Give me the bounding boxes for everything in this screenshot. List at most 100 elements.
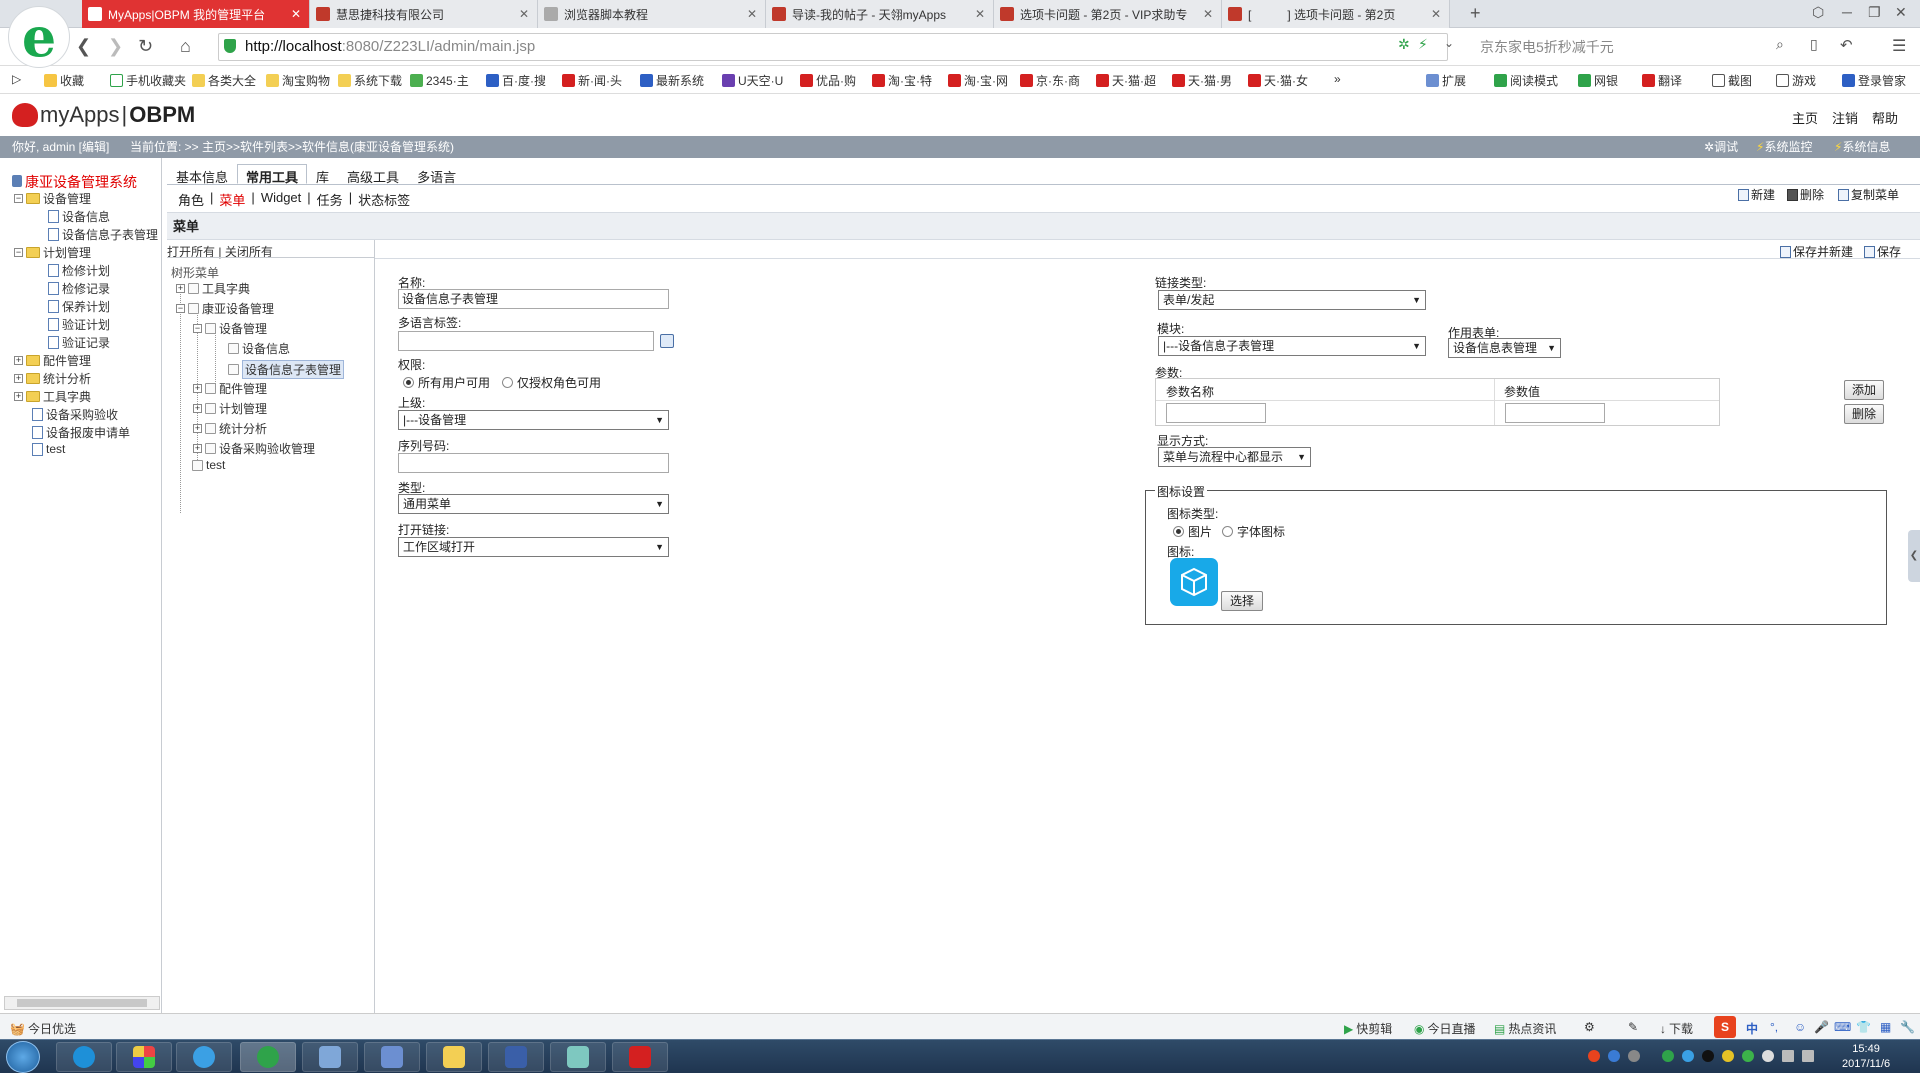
- bookmark-item[interactable]: 百·度·搜: [486, 72, 546, 89]
- menu-node-checkbox[interactable]: [205, 383, 216, 394]
- taskbar-myapps[interactable]: [612, 1042, 668, 1072]
- subtab-tasks[interactable]: 任务: [317, 190, 343, 209]
- browser-tab-vip-help[interactable]: 选项卡问题 - 第2页 - VIP求助专 ✕: [994, 0, 1222, 28]
- expand-icon[interactable]: +: [193, 384, 202, 393]
- reload-icon[interactable]: ↻: [138, 36, 153, 57]
- close-icon[interactable]: ✕: [289, 7, 303, 21]
- games-button[interactable]: 游戏: [1776, 72, 1816, 89]
- sogou-tray-icon[interactable]: [1588, 1050, 1600, 1062]
- refresh-status-icon[interactable]: ✲: [1398, 36, 1410, 53]
- close-icon[interactable]: ✕: [1429, 7, 1443, 21]
- expand-icon[interactable]: +: [193, 404, 202, 413]
- expand-icon[interactable]: +: [14, 374, 23, 383]
- bookmark-item[interactable]: 天·猫·男: [1172, 72, 1232, 89]
- download-button[interactable]: ↓ 下载: [1660, 1020, 1693, 1037]
- order-input[interactable]: [398, 453, 669, 473]
- logout-link[interactable]: 注销: [1832, 108, 1858, 127]
- tree-node-doc[interactable]: 保养计划: [48, 298, 110, 315]
- sidebar-toggle-icon[interactable]: ▷: [12, 72, 21, 86]
- tree-node-doc[interactable]: 设备信息: [48, 208, 110, 225]
- emoji-icon[interactable]: ☺: [1794, 1020, 1806, 1034]
- menu-node-checkbox[interactable]: [188, 283, 199, 294]
- sogou-ime-icon[interactable]: S: [1714, 1016, 1736, 1038]
- home-link[interactable]: 主页: [1792, 108, 1818, 127]
- display-mode-select[interactable]: 菜单与流程中心都显示: [1158, 447, 1311, 467]
- name-input[interactable]: 设备信息子表管理: [398, 289, 669, 309]
- tree-node-doc[interactable]: 设备报废申请单: [32, 424, 130, 441]
- expand-icon[interactable]: +: [193, 444, 202, 453]
- tray-icon[interactable]: [1742, 1050, 1754, 1062]
- subtab-menu[interactable]: 菜单: [219, 190, 245, 209]
- subtab-widget[interactable]: Widget: [261, 190, 301, 209]
- tree-node-doc[interactable]: 检修计划: [48, 262, 110, 279]
- extensions-button[interactable]: 扩展: [1426, 72, 1466, 89]
- new-tab-icon[interactable]: +: [1470, 3, 1481, 24]
- menu-tree-node[interactable]: + 配件管理: [193, 380, 267, 397]
- login-manager-button[interactable]: 登录管家: [1842, 72, 1906, 89]
- skin-shirt-icon[interactable]: 👕: [1856, 1020, 1871, 1034]
- bookmark-item[interactable]: 优品·购: [800, 72, 856, 89]
- browser-tab-script-tutorial[interactable]: 浏览器脚本教程 ✕: [538, 0, 766, 28]
- subtab-status-labels[interactable]: 状态标签: [358, 190, 410, 209]
- volume-tray-icon[interactable]: [1802, 1050, 1814, 1062]
- tab-advanced-tools[interactable]: 高级工具: [338, 164, 408, 185]
- module-select[interactable]: |---设备信息子表管理: [1158, 336, 1426, 356]
- add-param-button[interactable]: 添加: [1844, 380, 1884, 400]
- menu-tree-node[interactable]: + 设备采购验收管理: [193, 440, 315, 457]
- minimize-icon[interactable]: ─: [1842, 4, 1852, 20]
- copy-menu-button[interactable]: 复制菜单: [1838, 186, 1899, 203]
- param-value-input[interactable]: [1505, 403, 1605, 423]
- tab-common-tools[interactable]: 常用工具: [237, 164, 308, 185]
- tree-node-doc[interactable]: 验证计划: [48, 316, 110, 333]
- collapse-icon[interactable]: −: [14, 248, 23, 257]
- taskbar-dolphin[interactable]: [302, 1042, 358, 1072]
- browser-tab-my-posts[interactable]: 导读-我的帖子 - 天翎myApps ✕: [766, 0, 994, 28]
- greeting[interactable]: 你好, admin [编辑]: [12, 136, 109, 158]
- settings-icon[interactable]: ⚙: [1584, 1020, 1595, 1034]
- taskbar-notebook[interactable]: [550, 1042, 606, 1072]
- taskbar-app[interactable]: [116, 1042, 172, 1072]
- edit-i18n-icon[interactable]: [660, 334, 674, 348]
- collapse-icon[interactable]: −: [176, 304, 185, 313]
- tree-node-doc[interactable]: 验证记录: [48, 334, 110, 351]
- expand-icon[interactable]: +: [176, 284, 185, 293]
- close-icon[interactable]: ✕: [1201, 7, 1215, 21]
- debug-link[interactable]: ✲调试: [1704, 136, 1738, 158]
- bookmark-item[interactable]: 新·闻·头: [562, 72, 622, 89]
- menu-node-checkbox[interactable]: [228, 343, 239, 354]
- browser-tab-huisijie[interactable]: 慧思捷科技有限公司 ✕: [310, 0, 538, 28]
- start-button[interactable]: [6, 1041, 40, 1073]
- link-type-select[interactable]: 表单/发起: [1158, 290, 1426, 310]
- delete-param-button[interactable]: 删除: [1844, 404, 1884, 424]
- horizontal-scrollbar[interactable]: [4, 996, 160, 1010]
- lightning-icon[interactable]: ⚡: [1418, 36, 1428, 53]
- screenshot-button[interactable]: 截图: [1712, 72, 1752, 89]
- quick-edit-button[interactable]: ▶ 快剪辑: [1344, 1020, 1392, 1037]
- taskbar-clock[interactable]: 15:49 2017/11/6: [1842, 1042, 1890, 1072]
- menu-node-checkbox[interactable]: [192, 459, 203, 471]
- browser-tab-myapps[interactable]: MyApps|OBPM 我的管理平台 ✕: [82, 0, 310, 28]
- icon-type-font-radio[interactable]: [1222, 526, 1234, 537]
- tray-icon[interactable]: [1722, 1050, 1734, 1062]
- bookmark-item[interactable]: U天空·U: [722, 72, 783, 89]
- help-link[interactable]: 帮助: [1872, 108, 1898, 127]
- taskbar-ie[interactable]: [56, 1042, 112, 1072]
- tray-icon[interactable]: [1682, 1050, 1694, 1062]
- target-form-select[interactable]: 设备信息表管理: [1448, 338, 1561, 358]
- wrench-icon[interactable]: 🔧: [1900, 1020, 1915, 1034]
- search-icon[interactable]: ⌕: [1776, 36, 1784, 53]
- pin-icon[interactable]: ✎: [1628, 1020, 1638, 1034]
- tray-icon[interactable]: [1662, 1050, 1674, 1062]
- collapse-icon[interactable]: −: [193, 324, 202, 333]
- taskbar-screen[interactable]: [364, 1042, 420, 1072]
- taskbar-ie2[interactable]: [176, 1042, 232, 1072]
- tree-node-folder[interactable]: − 设备管理: [14, 190, 91, 207]
- type-select[interactable]: 通用菜单: [398, 494, 669, 514]
- bookmark-item[interactable]: 手机收藏夹: [110, 72, 186, 89]
- param-name-input[interactable]: [1166, 403, 1266, 423]
- tray-icon[interactable]: [1628, 1050, 1640, 1062]
- url-input[interactable]: http://localhost:8080/Z223LI/admin/main.…: [218, 33, 1448, 61]
- hot-news-button[interactable]: ▤ 热点资讯: [1494, 1020, 1556, 1037]
- tree-node-doc[interactable]: 设备信息子表管理: [48, 226, 158, 243]
- tree-node-folder[interactable]: + 工具字典: [14, 388, 91, 405]
